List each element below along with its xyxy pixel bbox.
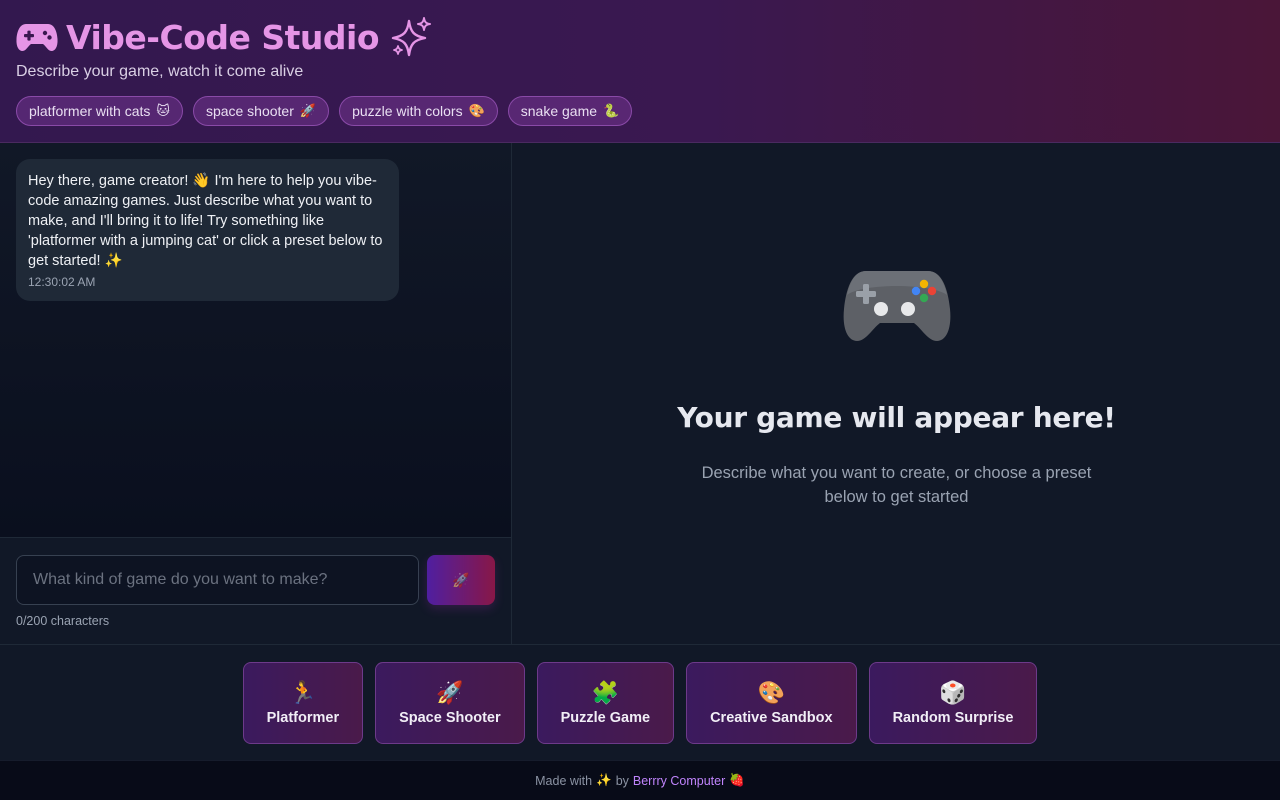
brand: Vibe-Code Studio	[16, 14, 433, 60]
assistant-message: Hey there, game creator! 👋 I'm here to h…	[16, 159, 399, 301]
chat-input-area: 🚀 0/200 characters	[0, 537, 511, 644]
chip-puzzle-colors[interactable]: puzzle with colors 🎨	[339, 96, 498, 126]
character-count: 0/200 characters	[16, 614, 110, 628]
message-text: Hey there, game creator! 👋 I'm here to h…	[28, 173, 383, 269]
app-subtitle: Describe your game, watch it come alive	[16, 63, 304, 80]
footer-by: by	[615, 773, 629, 788]
sparkle-icon: ✨	[596, 773, 612, 787]
rocket-icon: 🚀	[436, 680, 464, 705]
preset-creative-sandbox[interactable]: 🎨 Creative Sandbox	[686, 662, 857, 744]
preset-puzzle-game[interactable]: 🧩 Puzzle Game	[536, 662, 675, 744]
preset-space-shooter[interactable]: 🚀 Space Shooter	[375, 662, 525, 744]
chat-panel[interactable]: Hey there, game creator! 👋 I'm here to h…	[0, 143, 511, 537]
chip-label: snake game	[520, 103, 598, 119]
game-preview-panel: Your game will appear here! Describe wha…	[511, 143, 1280, 644]
footer-made-with: Made with	[535, 773, 593, 788]
preview-description: Describe what you want to create, or cho…	[701, 464, 1092, 506]
preview-title: Your game will appear here!	[677, 401, 1116, 434]
preset-label: Platformer	[266, 710, 340, 726]
chip-space-shooter[interactable]: space shooter 🚀	[192, 96, 330, 126]
message-timestamp: 12:30:02 AM	[28, 275, 96, 289]
preset-label: Random Surprise	[892, 710, 1014, 726]
snake-icon: 🐍	[603, 103, 620, 118]
chip-label: puzzle with colors	[352, 103, 463, 119]
strawberry-icon: 🍓	[729, 773, 745, 787]
rocket-icon: 🚀	[452, 571, 470, 588]
preset-list: 🏃 Platformer 🚀 Space Shooter 🧩 Puzzle Ga…	[0, 662, 1280, 744]
preset-bar: 🏃 Platformer 🚀 Space Shooter 🧩 Puzzle Ga…	[0, 644, 1280, 760]
cat-icon: 🐱	[156, 103, 170, 118]
gamepad-icon	[16, 24, 58, 51]
rocket-icon: 🚀	[299, 103, 317, 118]
footer: Made with ✨ by Berrry Computer 🍓	[0, 760, 1280, 800]
sparkle-icon	[391, 17, 431, 57]
dice-icon: 🎲	[939, 680, 967, 705]
app-title: Vibe-Code Studio	[66, 17, 380, 57]
chip-label: platformer with cats	[29, 103, 151, 119]
preset-label: Puzzle Game	[560, 710, 651, 726]
preset-random-surprise[interactable]: 🎲 Random Surprise	[868, 662, 1038, 744]
chip-snake-game[interactable]: snake game 🐍	[507, 96, 633, 126]
berrry-computer-link[interactable]: Berrry Computer	[633, 774, 725, 788]
app-header: Vibe-Code Studio Describe your game, wat…	[0, 0, 1280, 143]
puzzle-piece-icon: 🧩	[591, 680, 620, 705]
quick-prompt-chips: platformer with cats 🐱 space shooter 🚀 p…	[16, 96, 633, 126]
prompt-input[interactable]	[16, 555, 419, 605]
palette-icon: 🎨	[757, 680, 786, 705]
runner-icon: 🏃	[289, 680, 317, 705]
gamepad-icon	[843, 271, 951, 341]
preset-label: Space Shooter	[399, 710, 501, 726]
chip-platformer-cats[interactable]: platformer with cats 🐱	[16, 96, 183, 126]
send-button[interactable]: 🚀	[427, 555, 495, 605]
preset-label: Creative Sandbox	[710, 710, 833, 726]
preset-platformer[interactable]: 🏃 Platformer	[242, 662, 364, 744]
chip-label: space shooter	[205, 103, 294, 119]
palette-icon: 🎨	[468, 103, 485, 118]
